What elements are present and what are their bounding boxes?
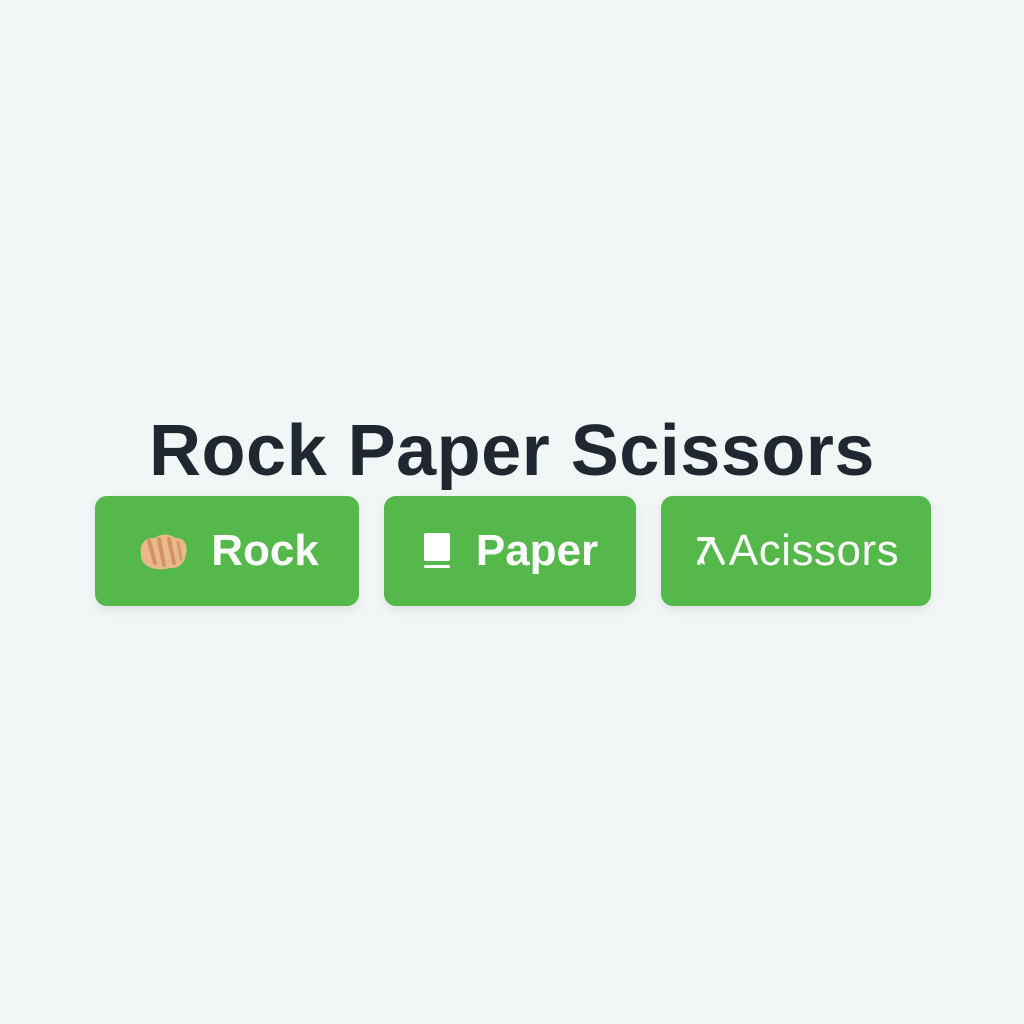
raised-fist-icon: [135, 529, 191, 573]
paper-button-label: Paper: [475, 526, 599, 575]
scissors-button[interactable]: Acissors: [661, 496, 931, 606]
rock-button[interactable]: Rock: [95, 496, 359, 606]
page-title: Rock Paper Scissors: [149, 411, 875, 492]
page-icon: [422, 529, 452, 573]
scissors-icon: [693, 529, 727, 573]
paper-button[interactable]: Paper: [384, 496, 636, 606]
scissors-button-label: Acissors: [728, 526, 900, 575]
rock-button-label: Rock: [211, 526, 319, 575]
